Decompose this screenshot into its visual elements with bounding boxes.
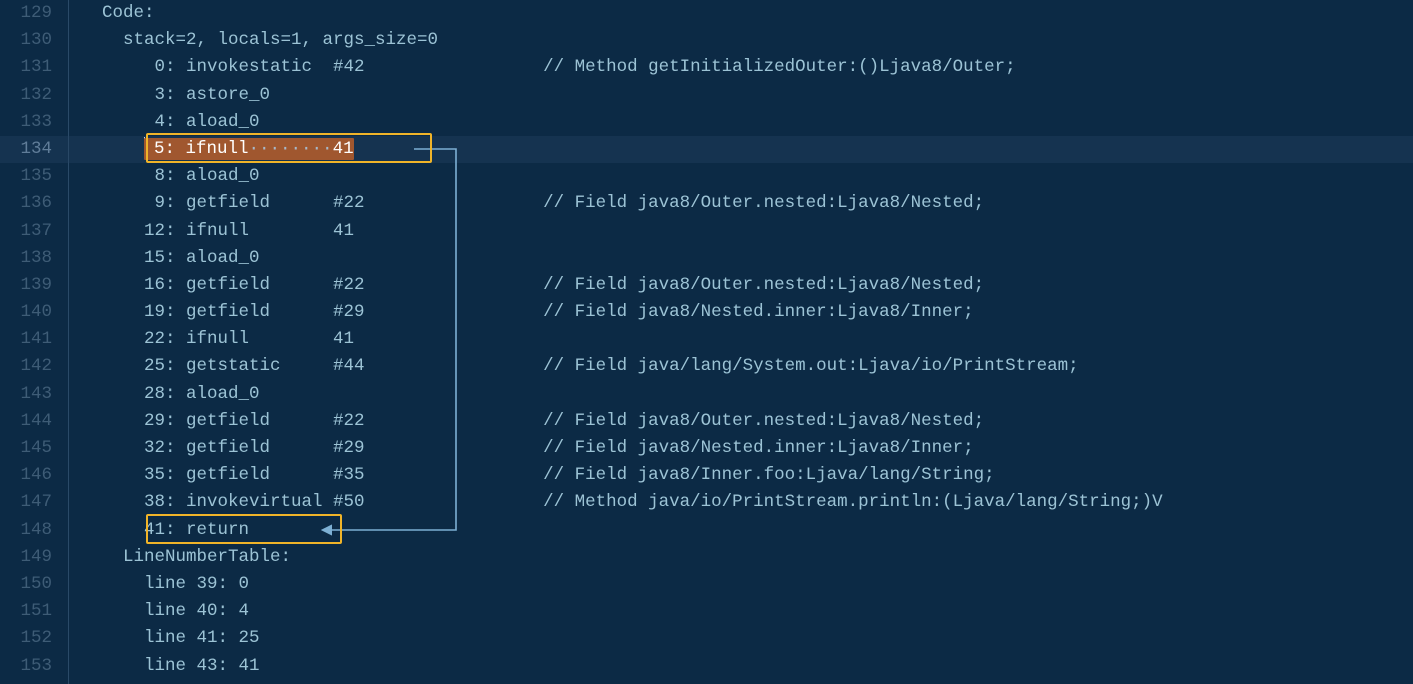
line-number: 136: [0, 190, 52, 217]
code-line[interactable]: 41: return: [102, 517, 1413, 544]
line-number: 141: [0, 326, 52, 353]
code-line[interactable]: 8: aload_0: [102, 163, 1413, 190]
code-text: 41: return: [102, 520, 249, 540]
code-text: Code:: [102, 3, 155, 23]
code-line[interactable]: 0: invokestatic #42 // Method getInitial…: [102, 54, 1413, 81]
line-number: 131: [0, 54, 52, 81]
code-line[interactable]: line 43: 41: [102, 653, 1413, 680]
code-line[interactable]: 16: getfield #22 // Field java8/Outer.ne…: [102, 272, 1413, 299]
code-text: stack=2, locals=1, args_size=0: [102, 30, 438, 50]
code-line[interactable]: 22: ifnull 41: [102, 326, 1413, 353]
line-number: 144: [0, 408, 52, 435]
line-number: 147: [0, 489, 52, 516]
line-number: 137: [0, 218, 52, 245]
code-text: 16: getfield #22 // Field java8/Outer.ne…: [102, 275, 984, 295]
code-text: 32: getfield #29 // Field java8/Nested.i…: [102, 438, 974, 458]
code-editor[interactable]: 1291301311321331341351361371381391401411…: [0, 0, 1413, 684]
code-line[interactable]: line 41: 25: [102, 625, 1413, 652]
line-number-gutter: 1291301311321331341351361371381391401411…: [0, 0, 62, 684]
text-selection: 5: ifnull········41: [144, 138, 354, 160]
code-text: 29: getfield #22 // Field java8/Outer.ne…: [102, 411, 984, 431]
code-text: line 43: 41: [102, 656, 260, 676]
line-number: 139: [0, 272, 52, 299]
code-text: LineNumberTable:: [102, 547, 291, 567]
line-number: 135: [0, 163, 52, 190]
code-text: 5: ifnull········41: [102, 139, 354, 159]
code-text: 38: invokevirtual #50 // Method java/io/…: [102, 492, 1163, 512]
code-line[interactable]: 4: aload_0: [102, 109, 1413, 136]
code-text: 12: ifnull 41: [102, 221, 354, 241]
line-number: 142: [0, 353, 52, 380]
code-line[interactable]: stack=2, locals=1, args_size=0: [102, 27, 1413, 54]
code-line[interactable]: 29: getfield #22 // Field java8/Outer.ne…: [102, 408, 1413, 435]
line-number: 151: [0, 598, 52, 625]
code-line[interactable]: 12: ifnull 41: [102, 218, 1413, 245]
code-line[interactable]: 19: getfield #29 // Field java8/Nested.i…: [102, 299, 1413, 326]
line-number: 134: [0, 136, 52, 163]
line-number: 130: [0, 27, 52, 54]
code-line[interactable]: 5: ifnull········41: [102, 136, 1413, 163]
code-text: 9: getfield #22 // Field java8/Outer.nes…: [102, 193, 984, 213]
line-number: 140: [0, 299, 52, 326]
code-line[interactable]: 28: aload_0: [102, 381, 1413, 408]
code-line[interactable]: 32: getfield #29 // Field java8/Nested.i…: [102, 435, 1413, 462]
line-number: 152: [0, 625, 52, 652]
code-text: 25: getstatic #44 // Field java/lang/Sys…: [102, 356, 1079, 376]
code-text: line 40: 4: [102, 601, 249, 621]
code-line[interactable]: 38: invokevirtual #50 // Method java/io/…: [102, 489, 1413, 516]
code-line[interactable]: LineNumberTable:: [102, 544, 1413, 571]
code-text: 19: getfield #29 // Field java8/Nested.i…: [102, 302, 974, 322]
code-text: 4: aload_0: [102, 112, 260, 132]
line-number: 143: [0, 381, 52, 408]
line-number: 148: [0, 517, 52, 544]
code-text: 8: aload_0: [102, 166, 260, 186]
code-line[interactable]: line 40: 4: [102, 598, 1413, 625]
code-text: 15: aload_0: [102, 248, 260, 268]
line-number: 149: [0, 544, 52, 571]
code-text: 35: getfield #35 // Field java8/Inner.fo…: [102, 465, 995, 485]
code-text: 28: aload_0: [102, 384, 260, 404]
line-number: 153: [0, 653, 52, 680]
code-line[interactable]: 15: aload_0: [102, 245, 1413, 272]
code-text: 22: ifnull 41: [102, 329, 354, 349]
line-number: 132: [0, 82, 52, 109]
code-text: 0: invokestatic #42 // Method getInitial…: [102, 57, 1016, 77]
code-line[interactable]: line 39: 0: [102, 571, 1413, 598]
line-number: 150: [0, 571, 52, 598]
line-number: 129: [0, 0, 52, 27]
line-number: 138: [0, 245, 52, 272]
code-area[interactable]: Code: stack=2, locals=1, args_size=0 0: …: [84, 0, 1413, 684]
code-text: line 41: 25: [102, 628, 260, 648]
code-text: line 39: 0: [102, 574, 249, 594]
line-number: 133: [0, 109, 52, 136]
code-line[interactable]: Code:: [102, 0, 1413, 27]
code-line[interactable]: 25: getstatic #44 // Field java/lang/Sys…: [102, 353, 1413, 380]
code-line[interactable]: 3: astore_0: [102, 82, 1413, 109]
code-text: 3: astore_0: [102, 85, 270, 105]
line-number: 146: [0, 462, 52, 489]
fold-guides: [62, 0, 84, 684]
line-number: 145: [0, 435, 52, 462]
code-line[interactable]: 35: getfield #35 // Field java8/Inner.fo…: [102, 462, 1413, 489]
code-line[interactable]: 9: getfield #22 // Field java8/Outer.nes…: [102, 190, 1413, 217]
